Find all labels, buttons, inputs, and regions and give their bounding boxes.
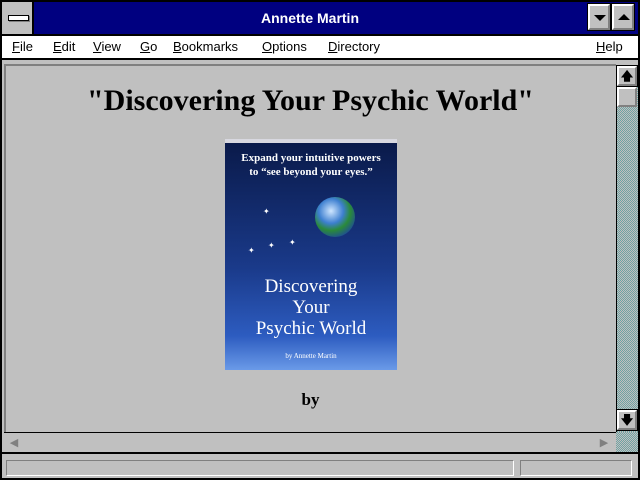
scroll-up-button[interactable]: 🡅 — [616, 65, 638, 87]
arrow-up-icon: 🡅 — [620, 69, 634, 83]
arrow-right-icon: ▶ — [599, 436, 609, 449]
book-cover-image[interactable]: Expand your intuitive powers to “see bey… — [225, 139, 397, 370]
scrollbar-corner — [616, 432, 638, 452]
menu-bookmarks[interactable]: Bookmarks — [173, 39, 238, 54]
book-author: by Annette Martin — [285, 352, 337, 360]
system-menu-button[interactable] — [2, 2, 34, 34]
title-bar[interactable]: Annette Martin — [2, 2, 638, 36]
scroll-left-button[interactable]: ◀ — [4, 433, 24, 452]
menu-bar: File Edit View Go Bookmarks Options Dire… — [2, 36, 638, 60]
menu-view[interactable]: View — [93, 39, 121, 54]
scroll-right-button[interactable]: ▶ — [594, 433, 614, 452]
book-tagline-line1: Expand your intuitive powers — [241, 152, 381, 164]
menu-file[interactable]: File — [12, 39, 33, 54]
book-title-line2: Your — [292, 297, 330, 318]
book-tagline: Expand your intuitive powers to “see bey… — [225, 151, 397, 179]
star-icon: ✦ — [263, 207, 270, 216]
scroll-thumb[interactable] — [617, 87, 637, 107]
maximize-button[interactable] — [611, 3, 635, 31]
maximize-icon — [618, 14, 630, 20]
progress-field — [520, 460, 632, 476]
system-menu-icon — [8, 15, 29, 21]
page-heading: "Discovering Your Psychic World" — [87, 84, 534, 117]
page-content: "Discovering Your Psychic World" Expand … — [6, 66, 615, 430]
window-title: Annette Martin — [261, 10, 359, 26]
arrow-left-icon: ◀ — [9, 436, 19, 449]
book-title: Discovering Your Psychic World — [225, 276, 397, 339]
minimize-button[interactable] — [587, 3, 611, 31]
star-icon: ✦ — [289, 238, 296, 247]
horizontal-scrollbar[interactable]: ◀ ▶ — [4, 432, 616, 452]
menu-options[interactable]: Options — [262, 39, 307, 54]
vertical-scrollbar[interactable]: 🡅 🡇 — [616, 65, 638, 432]
byline: by — [301, 390, 320, 409]
book-title-line1: Discovering — [264, 276, 358, 297]
scroll-down-button[interactable]: 🡇 — [616, 409, 638, 431]
book-tagline-line2: to “see beyond your eyes.” — [249, 166, 373, 178]
browser-window: Annette Martin File Edit View Go Bookmar… — [0, 0, 640, 480]
status-text — [6, 460, 514, 476]
menu-help[interactable]: Help — [596, 39, 623, 54]
star-icon: ✦ — [248, 246, 255, 255]
arrow-down-icon: 🡇 — [620, 413, 634, 427]
globe-icon — [315, 197, 355, 237]
menu-go[interactable]: Go — [140, 39, 157, 54]
status-bar — [2, 452, 638, 478]
minimize-icon — [594, 15, 606, 21]
star-icon: ✦ — [268, 241, 275, 250]
menu-directory[interactable]: Directory — [328, 39, 380, 54]
book-title-line3: Psychic World — [255, 318, 367, 339]
menu-edit[interactable]: Edit — [53, 39, 75, 54]
